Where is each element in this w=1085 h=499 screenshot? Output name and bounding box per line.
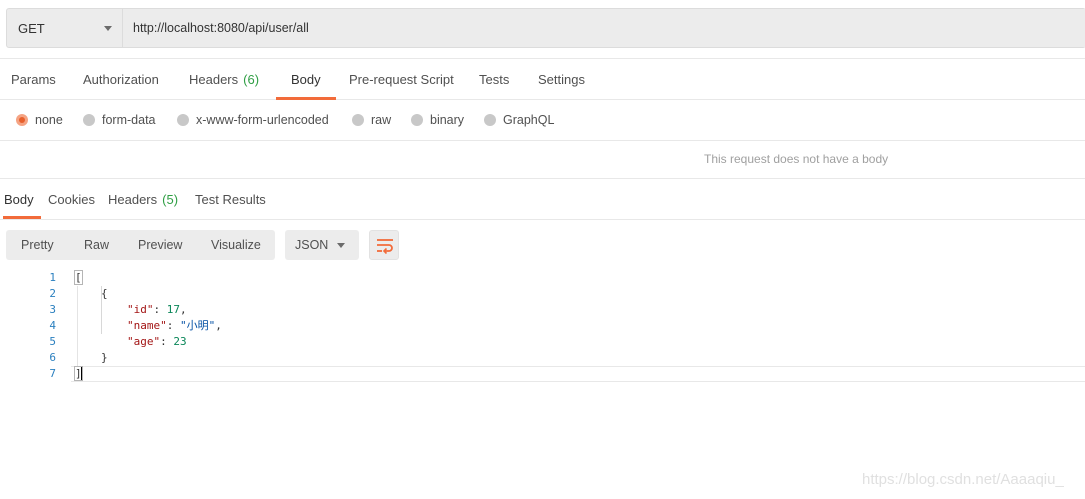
- headers-count: (6): [243, 72, 260, 87]
- response-tab-cookies[interactable]: Cookies: [48, 180, 95, 219]
- code-line: 5 "age": 23: [0, 334, 1085, 350]
- code-line: 7 ]: [0, 366, 1085, 382]
- tab-params[interactable]: Params: [11, 59, 56, 100]
- line-number: 1: [49, 271, 56, 284]
- code-text: "age": 23: [127, 335, 187, 348]
- line-number: 4: [49, 319, 56, 332]
- headers-count: (5): [162, 192, 179, 207]
- method-label: GET: [18, 20, 45, 36]
- code-text: "name": "小明",: [127, 319, 222, 332]
- radio-binary[interactable]: binary: [411, 100, 464, 140]
- response-tab-headers[interactable]: Headers (5): [108, 180, 178, 219]
- line-number: 2: [49, 287, 56, 300]
- method-select[interactable]: GET: [7, 9, 123, 47]
- tab-tests[interactable]: Tests: [479, 59, 509, 100]
- line-number: 6: [49, 351, 56, 364]
- json-key: "age": [127, 335, 161, 348]
- radio-icon: [484, 114, 496, 126]
- watermark: https://blog.csdn.net/Aaaaqiu_: [862, 471, 1064, 488]
- line-number: 3: [49, 303, 56, 316]
- radio-label: raw: [371, 113, 392, 127]
- code-line: 4 "name": "小明",: [0, 318, 1085, 334]
- code-text: }: [101, 351, 108, 364]
- chevron-down-icon: [104, 25, 112, 31]
- tab-label: Test Results: [195, 192, 266, 207]
- response-tab-body[interactable]: Body: [3, 180, 41, 219]
- json-number: 23: [173, 335, 187, 348]
- body-type-options: none form-data x-www-form-urlencoded raw…: [0, 100, 1085, 141]
- code-text: ]: [74, 366, 83, 382]
- view-raw-button[interactable]: Raw: [84, 230, 109, 260]
- tab-label: Cookies: [48, 192, 95, 207]
- radio-label: GraphQL: [503, 113, 555, 127]
- radio-label: none: [35, 113, 63, 127]
- empty-body-panel: This request does not have a body: [0, 141, 1085, 179]
- json-key: "name": [127, 319, 167, 332]
- radio-raw[interactable]: raw: [352, 100, 391, 140]
- tab-authorization[interactable]: Authorization: [83, 59, 159, 100]
- radio-icon: [177, 114, 189, 126]
- radio-icon: [83, 114, 95, 126]
- tab-headers[interactable]: Headers (6): [189, 59, 259, 100]
- tab-settings[interactable]: Settings: [538, 59, 585, 100]
- tab-pre-request-script[interactable]: Pre-request Script: [349, 59, 454, 100]
- view-mode-group: Pretty Raw Preview Visualize: [6, 230, 275, 260]
- line-number: 7: [49, 367, 56, 380]
- code-line: 6 }: [0, 350, 1085, 366]
- code-text: [: [74, 270, 83, 286]
- tab-label: Tests: [479, 72, 510, 87]
- response-tabs: Body Cookies Headers (5) Test Results: [0, 180, 1085, 220]
- wrap-lines-icon: [377, 239, 393, 255]
- tab-label: Authorization: [83, 72, 159, 87]
- json-string: "小明": [180, 319, 216, 332]
- code-text: "id": 17,: [127, 303, 187, 316]
- radio-label: form-data: [102, 113, 156, 127]
- radio-icon: [352, 114, 364, 126]
- response-body-editor[interactable]: 1 [ 2 { 3 "id": 17, 4 "name": "小明", 5 "a…: [0, 270, 1085, 390]
- request-bar: GET http://localhost:8080/api/user/all: [6, 8, 1085, 48]
- json-number: 17: [166, 303, 180, 316]
- tab-label: Pre-request Script: [349, 72, 454, 87]
- radio-selected-icon: [16, 114, 28, 126]
- view-preview-button[interactable]: Preview: [138, 230, 182, 260]
- chevron-down-icon: [337, 243, 345, 248]
- radio-graphql[interactable]: GraphQL: [484, 100, 554, 140]
- radio-label: x-www-form-urlencoded: [196, 113, 329, 127]
- code-line: 3 "id": 17,: [0, 302, 1085, 318]
- view-visualize-button[interactable]: Visualize: [211, 230, 261, 260]
- json-key: "id": [127, 303, 154, 316]
- code-line: 2 {: [0, 286, 1085, 302]
- tab-body[interactable]: Body: [276, 59, 336, 100]
- radio-none[interactable]: none: [16, 100, 63, 140]
- radio-label: binary: [430, 113, 465, 127]
- wrap-lines-button[interactable]: [369, 230, 399, 260]
- no-body-message: This request does not have a body: [704, 152, 889, 166]
- code-line: 1 [: [0, 270, 1085, 286]
- request-tabs: Params Authorization Headers (6) Body Pre…: [0, 58, 1085, 100]
- format-select[interactable]: JSON: [285, 230, 359, 260]
- code-text: {: [101, 287, 108, 300]
- tab-label: Settings: [538, 72, 585, 87]
- line-number: 5: [49, 335, 56, 348]
- url-input[interactable]: http://localhost:8080/api/user/all: [123, 9, 1085, 47]
- tab-label: Headers: [108, 192, 158, 207]
- radio-form-data[interactable]: form-data: [83, 100, 156, 140]
- tab-label: Body: [291, 72, 321, 87]
- view-pretty-button[interactable]: Pretty: [21, 230, 54, 260]
- radio-icon: [411, 114, 423, 126]
- radio-x-www-form-urlencoded[interactable]: x-www-form-urlencoded: [177, 100, 329, 140]
- tab-label: Params: [11, 72, 56, 87]
- format-label: JSON: [295, 238, 329, 252]
- bracket: [: [74, 270, 83, 285]
- response-tab-test-results[interactable]: Test Results: [195, 180, 266, 219]
- tab-label: Body: [4, 192, 34, 207]
- text-cursor: [80, 367, 83, 381]
- tab-label: Headers: [189, 72, 239, 87]
